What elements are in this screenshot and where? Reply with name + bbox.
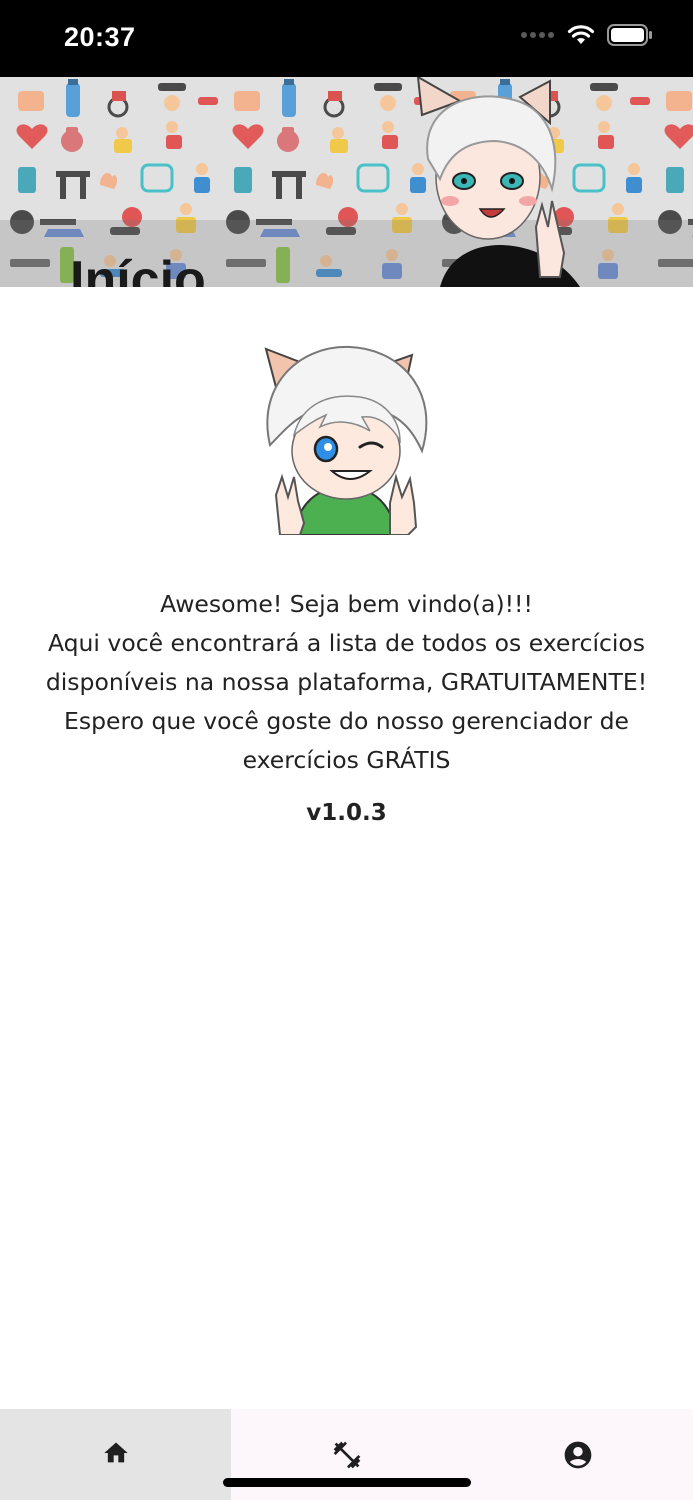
wifi-icon xyxy=(567,25,595,44)
nav-profile-tab[interactable] xyxy=(462,1409,693,1500)
welcome-line: exercícios GRÁTIS xyxy=(242,746,451,774)
home-icon xyxy=(103,1442,128,1463)
signal-dots-icon xyxy=(521,32,554,38)
app-version: v1.0.3 xyxy=(306,800,387,826)
welcome-line: Awesome! Seja bem vindo(a)!!! xyxy=(160,590,533,618)
header-avatar-character xyxy=(416,77,580,287)
mascot-waving-image xyxy=(264,345,428,535)
home-indicator-bar[interactable] xyxy=(223,1478,471,1487)
welcome-message: Awesome! Seja bem vindo(a)!!! Aqui você … xyxy=(0,585,693,780)
nav-home-tab[interactable] xyxy=(0,1409,231,1500)
account-circle-icon xyxy=(564,1441,591,1469)
welcome-line: Espero que você goste do nosso gerenciad… xyxy=(64,707,629,735)
dumbbell-icon xyxy=(333,1441,360,1469)
status-icons xyxy=(521,24,653,46)
status-time: 20:37 xyxy=(64,22,136,52)
battery-icon xyxy=(607,24,652,46)
app-screen: 20:37 Início Awesome! Seja bem vindo(a)!… xyxy=(0,0,693,1500)
header-banner: Início xyxy=(0,77,693,287)
page-title: Início xyxy=(70,250,206,287)
welcome-line: Aqui você encontrará a lista de todos os… xyxy=(47,629,646,657)
status-bar: 20:37 xyxy=(0,0,693,77)
welcome-line: disponíveis na nossa plataforma, GRATUIT… xyxy=(45,668,648,696)
